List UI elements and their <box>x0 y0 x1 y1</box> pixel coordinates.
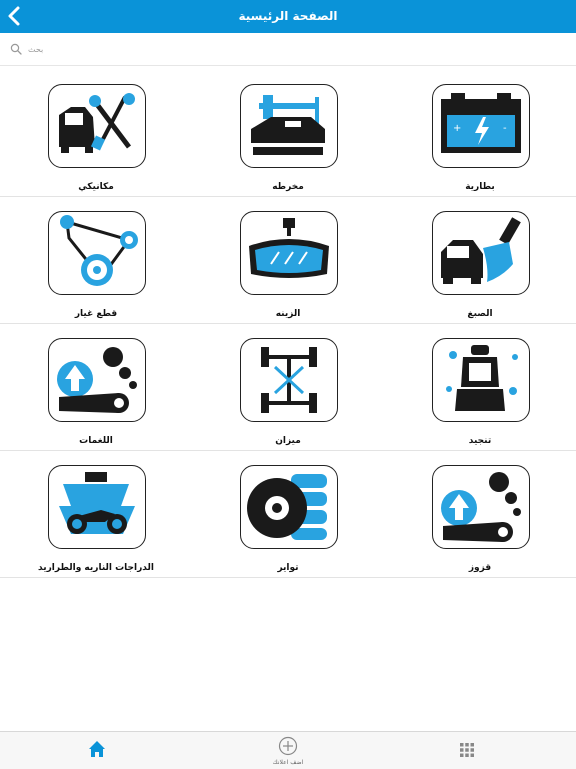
grid-menu-icon <box>460 743 474 757</box>
tire-icon <box>247 474 327 540</box>
category-decoration[interactable]: الزينه <box>192 197 384 323</box>
glass-icon <box>441 472 521 542</box>
category-motorcycle-jetski[interactable]: الدراجات الناريه والطراريد <box>0 451 192 577</box>
category-tile <box>240 465 338 549</box>
category-tile <box>240 338 338 422</box>
alignment-icon <box>261 347 317 413</box>
home-icon <box>89 741 105 757</box>
upholstery-icon <box>446 345 518 411</box>
category-label: قطع غيار <box>74 309 118 319</box>
category-tile <box>48 465 146 549</box>
category-tile <box>432 211 530 295</box>
decoration-icon <box>249 218 329 278</box>
search-bar <box>0 33 576 66</box>
category-label: الزينه <box>275 309 301 319</box>
category-row: قطع غيار الزينه الصبغ <box>0 197 576 324</box>
tab-add-ad[interactable]: اضف اعلانك <box>192 732 384 769</box>
category-upholstery[interactable]: تنجيد <box>384 324 576 450</box>
mechanic-icon <box>59 93 135 153</box>
tab-menu[interactable] <box>384 732 576 769</box>
category-row: الدراجات الناريه والطراريد تواير قزوز <box>0 451 576 578</box>
category-label: الدراجات الناريه والطراريد <box>38 563 154 573</box>
battery-icon: + - <box>441 93 521 153</box>
category-mechanic[interactable]: مكانيكي <box>0 70 192 196</box>
category-label: تنجيد <box>468 436 492 446</box>
category-tires[interactable]: تواير <box>192 451 384 577</box>
category-label: اللغمات <box>79 436 113 446</box>
category-battery[interactable]: + - بطارية <box>384 70 576 196</box>
category-lathe[interactable]: مخرطه <box>192 70 384 196</box>
category-tile <box>48 84 146 168</box>
category-alignment[interactable]: ميزان <box>192 324 384 450</box>
add-circle-icon <box>278 736 298 756</box>
category-label: الصبغ <box>467 309 493 319</box>
page-title: الصفحة الرئيسية <box>238 9 338 23</box>
category-glass[interactable]: قزوز <box>384 451 576 577</box>
tab-home[interactable] <box>0 732 192 769</box>
tab-bar: اضف اعلانك <box>0 731 576 769</box>
search-input[interactable] <box>28 39 548 59</box>
category-tile: + - <box>432 84 530 168</box>
category-paint[interactable]: الصبغ <box>384 197 576 323</box>
category-row: اللغمات ميزان تنجيد <box>0 324 576 451</box>
tab-label: اضف اعلانك <box>272 759 304 766</box>
category-label: تواير <box>277 563 299 573</box>
category-tile <box>432 338 530 422</box>
category-spare-parts[interactable]: قطع غيار <box>0 197 192 323</box>
category-grid: مكانيكي مخرطه + - بطارية قطع غيار الزينه… <box>0 70 576 578</box>
category-tile <box>432 465 530 549</box>
category-row: مكانيكي مخرطه + - بطارية <box>0 70 576 197</box>
category-label: ميزان <box>275 436 301 446</box>
spare-parts-icon <box>60 215 138 286</box>
category-label: قزوز <box>468 563 492 573</box>
category-label: بطارية <box>465 182 495 192</box>
category-label: مخرطه <box>272 182 304 192</box>
category-tile <box>240 84 338 168</box>
category-label: مكانيكي <box>78 182 114 192</box>
category-tile <box>48 338 146 422</box>
lathe-icon <box>251 95 325 155</box>
category-tile <box>240 211 338 295</box>
category-tile <box>48 211 146 295</box>
svg-text:-: - <box>503 123 507 134</box>
navigation-bar: الصفحة الرئيسية <box>0 0 576 33</box>
search-icon <box>10 43 22 55</box>
motorcycle-jetski-icon <box>59 472 135 534</box>
svg-text:+: + <box>453 123 461 134</box>
category-exhaust[interactable]: اللغمات <box>0 324 192 450</box>
paint-icon <box>441 217 521 284</box>
exhaust-icon <box>57 347 137 413</box>
